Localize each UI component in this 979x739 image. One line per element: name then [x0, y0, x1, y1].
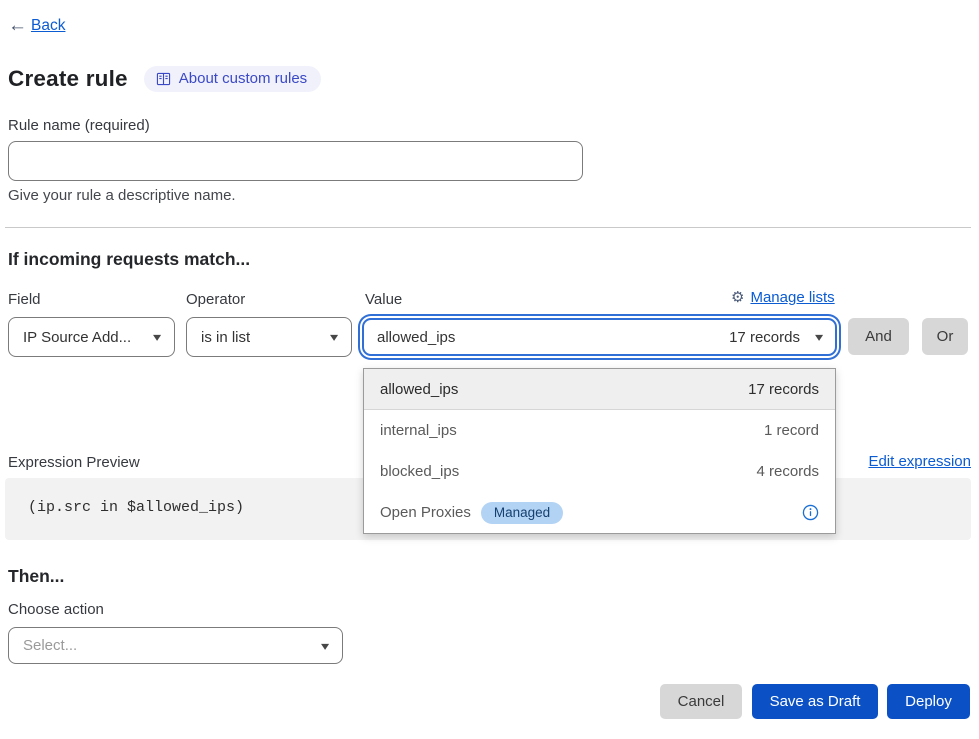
rule-name-helper-text: Give your rule a descriptive name. [8, 187, 236, 204]
edit-expression-link[interactable]: Edit expression [868, 453, 971, 470]
and-button[interactable]: And [848, 318, 909, 355]
list-item-records: 17 records [748, 381, 819, 398]
list-item-records: 4 records [756, 463, 819, 480]
back-arrow-icon: ← [8, 16, 27, 35]
cancel-button[interactable]: Cancel [660, 684, 742, 719]
list-item-name: blocked_ips [380, 463, 459, 480]
list-item-name: allowed_ips [380, 381, 458, 398]
value-dropdown-panel: allowed_ips 17 records internal_ips 1 re… [363, 368, 836, 534]
deploy-button[interactable]: Deploy [887, 684, 970, 719]
list-item-records: 1 record [764, 422, 819, 439]
create-rule-page: ← Back Create rule About custom rules Ru… [0, 0, 979, 739]
info-icon[interactable] [802, 504, 819, 521]
field-select[interactable]: IP Source Add... ▾ [8, 317, 175, 357]
chevron-down-icon: ▾ [153, 331, 161, 343]
field-select-value: IP Source Add... [23, 329, 131, 346]
section-divider [5, 227, 971, 228]
about-badge-label: About custom rules [179, 70, 307, 87]
match-section-title: If incoming requests match... [8, 249, 250, 270]
page-title: Create rule [8, 66, 128, 92]
list-item-blocked-ips[interactable]: blocked_ips 4 records [364, 451, 835, 492]
list-item-left: Open Proxies Managed [380, 502, 563, 524]
field-column-label: Field [8, 291, 41, 308]
value-column-label: Value [365, 291, 402, 308]
title-row: Create rule About custom rules [8, 66, 321, 92]
choose-action-label: Choose action [8, 601, 104, 618]
list-item-internal-ips[interactable]: internal_ips 1 record [364, 410, 835, 451]
operator-select-value: is in list [201, 329, 250, 346]
value-select[interactable]: allowed_ips 17 records ▾ [362, 318, 837, 356]
expression-preview-label: Expression Preview [8, 454, 140, 471]
manage-lists-label: Manage lists [750, 289, 834, 306]
book-icon [156, 72, 171, 86]
back-link[interactable]: ← Back [8, 16, 65, 35]
chevron-down-icon: ▾ [815, 331, 823, 343]
or-button[interactable]: Or [922, 318, 968, 355]
chevron-down-icon: ▾ [321, 640, 329, 652]
value-select-records: 17 records [729, 329, 800, 346]
rule-name-label: Rule name (required) [8, 117, 150, 134]
rule-name-input[interactable] [8, 141, 583, 181]
value-select-right: 17 records ▾ [729, 329, 822, 346]
save-as-draft-button[interactable]: Save as Draft [752, 684, 878, 719]
operator-select[interactable]: is in list ▾ [186, 317, 352, 357]
list-item-name: internal_ips [380, 422, 457, 439]
list-item-name: Open Proxies [380, 504, 471, 521]
value-select-selected: allowed_ips [377, 329, 455, 346]
gear-icon: ⚙ [731, 290, 744, 305]
action-select-placeholder: Select... [23, 637, 77, 654]
expression-code: (ip.src in $allowed_ips) [28, 499, 244, 516]
action-select[interactable]: Select... ▾ [8, 627, 343, 664]
managed-badge: Managed [481, 502, 563, 524]
back-link-label: Back [31, 17, 65, 35]
list-item-allowed-ips[interactable]: allowed_ips 17 records [364, 369, 835, 410]
chevron-down-icon: ▾ [330, 331, 338, 343]
manage-lists-link[interactable]: ⚙ Manage lists [731, 289, 835, 306]
list-item-open-proxies[interactable]: Open Proxies Managed [364, 492, 835, 533]
then-section-title: Then... [8, 566, 64, 587]
about-custom-rules-link[interactable]: About custom rules [144, 66, 321, 92]
operator-column-label: Operator [186, 291, 245, 308]
